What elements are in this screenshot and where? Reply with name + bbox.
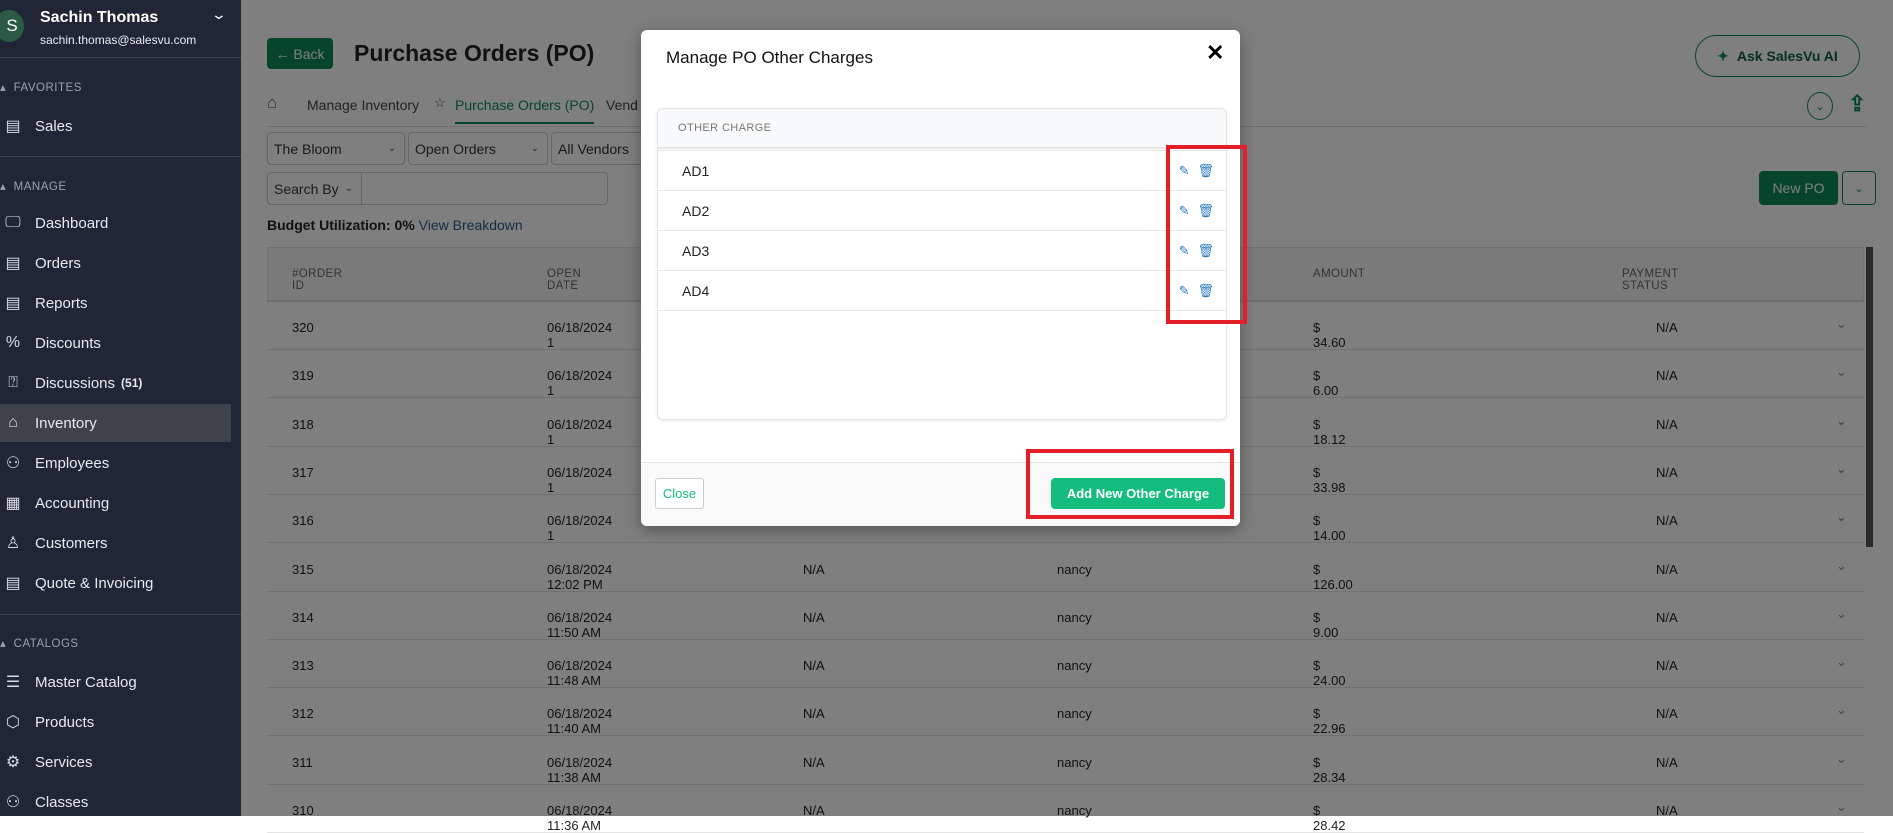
other-charge-row: AD4 ✎ 🗑 (658, 270, 1226, 310)
section-favorites[interactable]: ▴ FAVORITES (0, 80, 82, 94)
section-manage[interactable]: ▴ MANAGE (0, 179, 67, 193)
store-icon: ⌂ (8, 414, 18, 431)
sidebar-item-classes[interactable]: ⚇ Classes (0, 783, 231, 821)
box-icon: ⬡ (6, 714, 20, 731)
avatar[interactable]: S (0, 10, 24, 42)
column-header: OTHER CHARGE (658, 109, 1226, 149)
divider (0, 57, 241, 58)
orders-icon: ▤ (5, 255, 21, 272)
gear-wrench-icon: ⚙ (5, 754, 21, 771)
chevron-down-icon[interactable]: ⌄ (211, 6, 227, 23)
other-charge-row: AD1 ✎ 🗑 (658, 150, 1226, 190)
other-charge-row: AD3 ✎ 🗑 (658, 230, 1226, 270)
other-charges-table: OTHER CHARGE AD1 ✎ 🗑 AD2 ✎ 🗑 AD3 ✎ 🗑 AD4 ✎ 🗑 (657, 108, 1227, 420)
sidebar-item-sales[interactable]: ▤ Sales (0, 107, 231, 145)
group-icon: ⚇ (5, 794, 21, 811)
list-icon: ☰ (5, 674, 21, 691)
monitor-icon: 🖵 (5, 214, 21, 231)
modal-title: Manage PO Other Charges (666, 48, 873, 67)
close-icon[interactable]: ✕ (1206, 40, 1224, 66)
divider (0, 156, 241, 157)
sidebar-item-customers[interactable]: ♙ Customers (0, 524, 231, 562)
user-email: sachin.thomas@salesvu.com (40, 33, 197, 47)
sidebar-item-inventory[interactable]: ⌂ Inventory (0, 404, 231, 442)
other-charge-name: AD4 (682, 282, 710, 299)
sidebar-item-orders[interactable]: ▤ Orders (0, 244, 231, 282)
invoice-icon: ▤ (5, 575, 21, 592)
sidebar-item-master-catalog[interactable]: ☰ Master Catalog (0, 663, 231, 701)
section-catalogs[interactable]: ▴ CATALOGS (0, 636, 79, 650)
customer-icon: ♙ (5, 535, 21, 552)
sales-report-icon: ▤ (5, 118, 21, 135)
other-charge-name: AD1 (682, 162, 710, 179)
other-charge-name: AD2 (682, 202, 710, 219)
other-charge-row: AD2 ✎ 🗑 (658, 190, 1226, 230)
divider (0, 614, 241, 615)
user-name: Sachin Thomas (40, 9, 159, 26)
people-icon: ⚇ (5, 455, 21, 472)
close-button[interactable]: Close (655, 478, 704, 509)
highlight-box-actions (1166, 145, 1247, 324)
sidebar-item-discussions[interactable]: ⍰ Discussions (51) (0, 364, 231, 402)
sidebar-item-services[interactable]: ⚙ Services (0, 743, 231, 781)
other-charge-name: AD3 (682, 242, 710, 259)
percent-icon: % (5, 334, 21, 351)
highlight-box-add-button (1026, 449, 1234, 519)
calculator-icon: ▦ (5, 495, 21, 512)
sidebar-item-quote-invoicing[interactable]: ▤ Quote & Invoicing (0, 564, 231, 602)
chat-question-icon: ⍰ (8, 374, 18, 391)
sidebar-item-discounts[interactable]: % Discounts (0, 324, 231, 362)
sidebar-item-products[interactable]: ⬡ Products (0, 703, 231, 741)
sidebar-item-dashboard[interactable]: 🖵 Dashboard (0, 204, 231, 242)
sidebar-item-employees[interactable]: ⚇ Employees (0, 444, 231, 482)
discussions-badge: (51) (121, 376, 143, 390)
sidebar-item-reports[interactable]: ▤ Reports (0, 284, 231, 322)
reports-icon: ▤ (5, 295, 21, 312)
sidebar-item-accounting[interactable]: ▦ Accounting (0, 484, 231, 522)
divider (658, 310, 1226, 311)
sidebar: S Sachin Thomas sachin.thomas@salesvu.co… (0, 0, 241, 816)
